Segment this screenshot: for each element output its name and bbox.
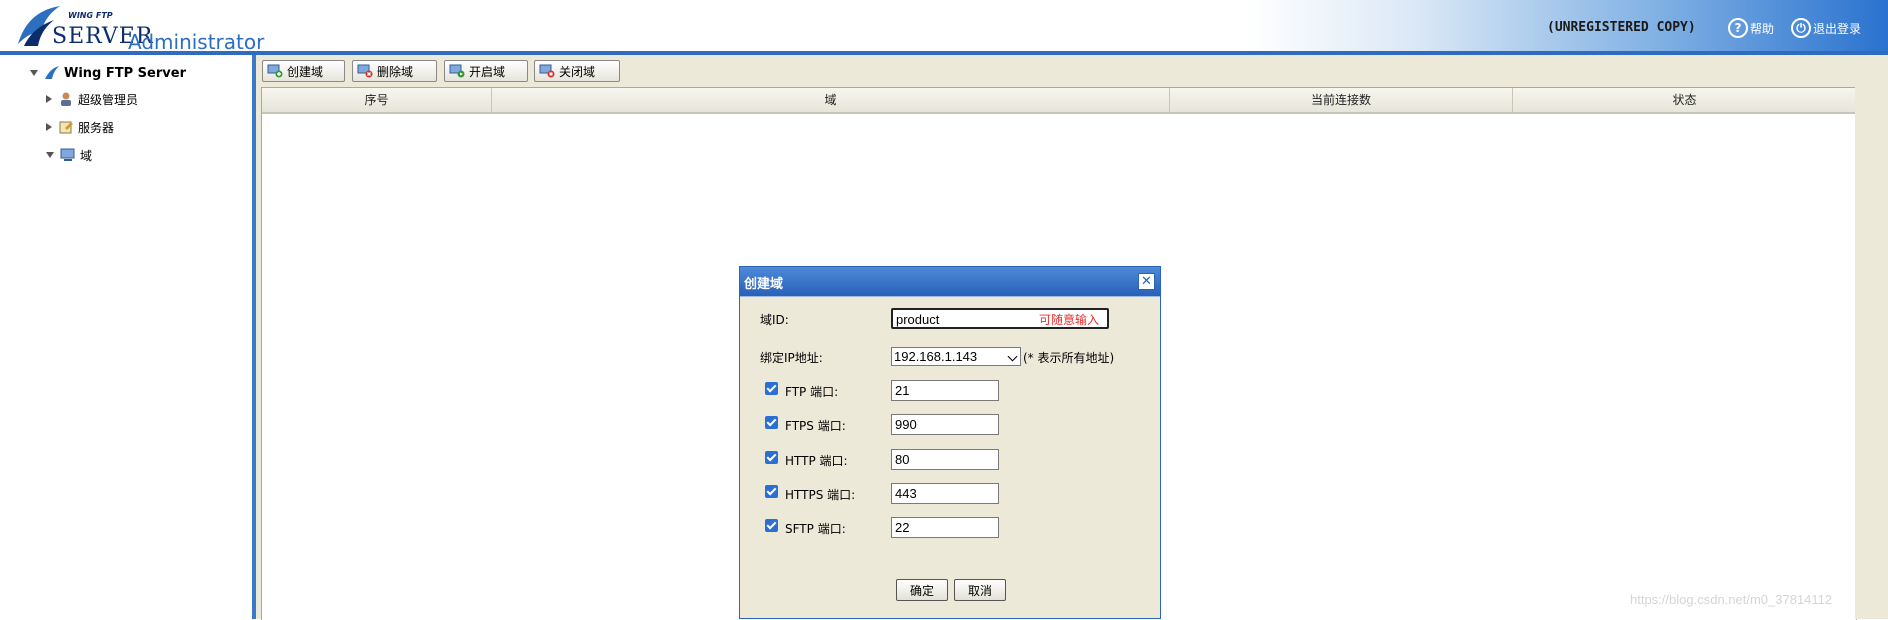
start-domain-icon [449,64,465,78]
ftps-port-checkbox[interactable] [765,416,778,429]
column-header-connections[interactable]: 当前连接数 [1170,88,1513,112]
http-port-input[interactable]: 80 [891,449,999,470]
https-port-input[interactable]: 443 [891,483,999,504]
create-domain-button[interactable]: 创建域 [262,60,345,82]
ftp-port-checkbox[interactable] [765,382,778,395]
vertical-scrollbar[interactable] [1855,55,1869,619]
unregistered-label: (UNREGISTERED COPY) [1547,20,1696,35]
http-port-label: HTTP 端口: [785,454,848,468]
expand-arrow-icon[interactable] [30,70,38,76]
bind-ip-select[interactable]: 192.168.1.143 [891,347,1021,366]
https-port-value: 443 [895,486,917,501]
create-domain-icon [267,64,283,78]
tree-item-label: 服务器 [78,120,115,135]
bind-ip-value: 192.168.1.143 [894,349,978,364]
logo-admin-text: Administrator [128,30,265,54]
column-header-domain[interactable]: 域 [492,88,1170,112]
stop-domain-button[interactable]: 关闭域 [534,60,620,82]
tree-item-label: 超级管理员 [78,92,139,107]
ftps-port-input[interactable]: 990 [891,414,999,435]
create-domain-label: 创建域 [287,64,324,79]
create-domain-dialog: 创建域 ✕ 域ID: product 可随意输入 绑定IP地址: 192.168… [739,266,1161,619]
ftps-port-label: FTPS 端口: [785,419,846,433]
tree-item-admin[interactable]: 超级管理员 [46,90,138,108]
ftp-port-value: 21 [895,383,910,398]
collapse-arrow-icon[interactable] [46,95,52,103]
collapse-arrow-icon[interactable] [46,123,52,131]
stop-domain-icon [539,64,555,78]
server-settings-icon [59,121,73,134]
bind-ip-label: 绑定IP地址: [760,351,823,365]
admin-user-icon [61,92,71,106]
column-header-index[interactable]: 序号 [262,88,492,112]
tree-item-server[interactable]: 服务器 [46,118,114,136]
start-domain-button[interactable]: 开启域 [444,60,528,82]
dialog-title: 创建域 [744,277,784,292]
domain-computer-icon [60,148,75,161]
logout-label: 退出登录 [1813,21,1862,36]
watermark-text: https://blog.csdn.net/m0_37814112 [1630,592,1833,607]
sftp-port-input[interactable]: 22 [891,517,999,538]
tree-item-domain[interactable]: 域 [46,146,92,164]
delete-domain-icon [357,64,373,78]
app-header: WING FTP SERVER Administrator (UNREGISTE… [0,0,1888,52]
domain-id-label: 域ID: [760,313,789,327]
cancel-button[interactable]: 取消 [954,579,1006,601]
https-port-checkbox[interactable] [765,485,778,498]
wing-ftp-logo: WING FTP SERVER Administrator [14,4,264,52]
tree-root-wing-ftp-server[interactable]: Wing FTP Server [30,64,186,82]
help-button[interactable]: ? 帮助 [1728,16,1774,40]
help-icon: ? [1728,18,1748,38]
sftp-port-checkbox[interactable] [765,519,778,532]
ftp-port-input[interactable]: 21 [891,380,999,401]
ok-button[interactable]: 确定 [896,579,948,601]
start-domain-label: 开启域 [469,64,506,79]
http-port-value: 80 [895,452,910,467]
logout-button[interactable]: ⏻ 退出登录 [1791,16,1861,40]
http-port-checkbox[interactable] [765,451,778,464]
stop-domain-label: 关闭域 [559,64,596,79]
sftp-port-value: 22 [895,520,910,535]
ftps-port-value: 990 [895,417,917,432]
dialog-body: 域ID: product 可随意输入 绑定IP地址: 192.168.1.143… [740,296,1160,619]
dialog-titlebar[interactable]: 创建域 ✕ [740,267,1160,296]
sftp-port-label: SFTP 端口: [785,522,846,536]
column-header-status[interactable]: 状态 [1513,88,1856,112]
chevron-down-icon [1007,351,1018,362]
wing-icon [45,66,59,79]
https-port-label: HTTPS 端口: [785,488,856,502]
table-header: 序号 域 当前连接数 状态 [262,88,1856,114]
domain-id-value: product [896,312,940,327]
tree-root-label: Wing FTP Server [64,65,186,81]
delete-domain-button[interactable]: 删除域 [352,60,437,82]
expand-arrow-icon[interactable] [46,152,54,158]
close-icon[interactable]: ✕ [1138,273,1155,290]
ftp-port-label: FTP 端口: [785,385,839,399]
tree-item-label: 域 [80,148,93,163]
help-label: 帮助 [1750,21,1775,36]
domain-id-hint: 可随意输入 [1039,313,1100,327]
delete-domain-label: 删除域 [377,64,414,79]
logo-brand-text: WING FTP [68,11,113,20]
power-icon: ⏻ [1791,18,1811,38]
bind-ip-note: (* 表示所有地址) [1023,351,1115,365]
navigation-tree: Wing FTP Server 超级管理员 服务器 域 [0,55,253,619]
